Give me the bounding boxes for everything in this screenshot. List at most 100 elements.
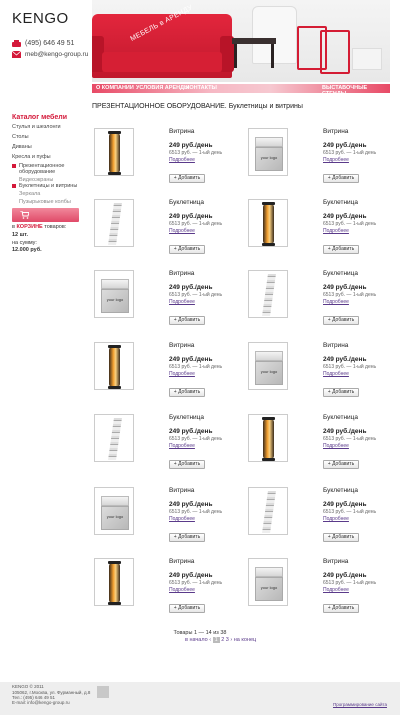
nav-item-stands[interactable]: ВЫСТАВОЧНЫЕ СТЕНДЫ xyxy=(322,85,390,97)
sidebar-item-chairs[interactable]: Стулья и шезлонги xyxy=(12,124,61,130)
product-details-link[interactable]: Подробнее xyxy=(169,299,195,305)
cart-link[interactable]: КОРЗИНЕ xyxy=(16,224,42,230)
sidebar-item-presentation[interactable]: Презентационное оборудование xyxy=(12,163,77,175)
product-image[interactable] xyxy=(94,199,134,247)
product-details-link[interactable]: Подробнее xyxy=(323,228,349,234)
product-image[interactable]: your logo xyxy=(248,342,288,390)
product-details-link[interactable]: Подробнее xyxy=(323,587,349,593)
add-to-cart-button[interactable]: + Добавить xyxy=(169,316,205,325)
cart-bar[interactable] xyxy=(12,208,79,222)
product-title[interactable]: Буклетница xyxy=(323,270,358,277)
product-image[interactable] xyxy=(248,199,288,247)
product-image[interactable]: your logo xyxy=(248,128,288,176)
sidebar-item-sofas[interactable]: Диваны xyxy=(12,144,32,150)
email-link[interactable]: meb@kengo-group.ru xyxy=(25,51,88,58)
product-details-link[interactable]: Подробнее xyxy=(169,157,195,163)
developer-logo-icon[interactable] xyxy=(97,686,109,698)
product-first-day-price: 6513 руб. — 1-ый день xyxy=(323,580,377,586)
envelope-icon xyxy=(12,51,21,58)
email-contact[interactable]: meb@kengo-group.ru xyxy=(12,51,88,58)
booklet-stand-icon xyxy=(108,203,122,245)
product-image[interactable] xyxy=(94,342,134,390)
booklet-stand-icon xyxy=(108,418,122,460)
pager-prev[interactable]: ‹ xyxy=(209,637,211,643)
add-to-cart-button[interactable]: + Добавить xyxy=(323,460,359,469)
product-title[interactable]: Буклетница xyxy=(169,414,204,421)
pager-last[interactable]: на конец xyxy=(234,637,256,643)
product-first-day-price: 6513 руб. — 1-ый день xyxy=(323,509,377,515)
add-to-cart-button[interactable]: + Добавить xyxy=(169,604,205,613)
pager-page-current[interactable]: 1 xyxy=(212,637,220,643)
pager-next[interactable]: › xyxy=(230,637,232,643)
product-details-link[interactable]: Подробнее xyxy=(169,371,195,377)
product-details-link[interactable]: Подробнее xyxy=(323,157,349,163)
product-title[interactable]: Витрина xyxy=(323,558,348,565)
add-to-cart-button[interactable]: + Добавить xyxy=(169,533,205,542)
showcase-counter-icon: your logo xyxy=(101,279,129,313)
add-to-cart-button[interactable]: + Добавить xyxy=(323,604,359,613)
add-to-cart-button[interactable]: + Добавить xyxy=(323,316,359,325)
add-to-cart-button[interactable]: + Добавить xyxy=(169,245,205,254)
add-to-cart-button[interactable]: + Добавить xyxy=(323,533,359,542)
product-details-link[interactable]: Подробнее xyxy=(323,299,349,305)
product-price: 249 руб./день xyxy=(323,356,367,363)
pager-first[interactable]: в начало xyxy=(185,637,208,643)
product-title[interactable]: Витрина xyxy=(323,128,348,135)
product-image[interactable]: your logo xyxy=(94,487,134,535)
product-title[interactable]: Буклетница xyxy=(323,414,358,421)
pager-page-2[interactable]: 2 xyxy=(221,637,224,643)
product-details-link[interactable]: Подробнее xyxy=(169,443,195,449)
product-details-link[interactable]: Подробнее xyxy=(169,516,195,522)
lamp-showcase-icon xyxy=(108,345,121,389)
product-title[interactable]: Витрина xyxy=(169,558,194,565)
add-to-cart-button[interactable]: + Добавить xyxy=(323,388,359,397)
product-details-link[interactable]: Подробнее xyxy=(323,371,349,377)
pager-page-3[interactable]: 3 xyxy=(226,637,229,643)
lamp-showcase-icon xyxy=(108,561,121,605)
page: KENGO (495) 646 49 51 meb@kengo-group.ru… xyxy=(0,0,400,715)
product-title[interactable]: Буклетница xyxy=(323,487,358,494)
product-image[interactable] xyxy=(248,414,288,462)
product-price: 249 руб./день xyxy=(169,284,213,291)
product-image[interactable] xyxy=(248,487,288,535)
product-details-link[interactable]: Подробнее xyxy=(169,587,195,593)
footer-email[interactable]: E-mail: info@kengo-group.ru xyxy=(12,700,70,705)
product-price: 249 руб./день xyxy=(169,356,213,363)
sidebar-item-booklets[interactable]: Буклетницы и витрины xyxy=(12,183,77,189)
product-image[interactable]: your logo xyxy=(94,270,134,318)
product-details-link[interactable]: Подробнее xyxy=(169,228,195,234)
product-image[interactable] xyxy=(248,270,288,318)
product-title[interactable]: Буклетница xyxy=(323,199,358,206)
site-logo[interactable]: KENGO xyxy=(12,10,69,27)
product-title[interactable]: Буклетница xyxy=(169,199,204,206)
sidebar-item-armchairs[interactable]: Кресла и пуфы xyxy=(12,154,51,160)
cart-count: 12 шт. xyxy=(12,232,28,238)
nav-item-about[interactable]: О КОМПАНИИ xyxy=(96,85,134,91)
lamp-showcase-icon xyxy=(262,417,275,461)
product-first-day-price: 6513 руб. — 1-ый день xyxy=(323,150,377,156)
product-title[interactable]: Витрина xyxy=(169,270,194,277)
product-image[interactable] xyxy=(94,558,134,606)
sidebar-sub-mirrors[interactable]: Зеркала xyxy=(19,191,40,197)
add-to-cart-button[interactable]: + Добавить xyxy=(323,245,359,254)
product-image[interactable]: your logo xyxy=(248,558,288,606)
product-details-link[interactable]: Подробнее xyxy=(323,443,349,449)
product-title[interactable]: Витрина xyxy=(169,487,194,494)
product-image[interactable] xyxy=(94,128,134,176)
developer-link[interactable]: Программирование сайта xyxy=(333,702,387,707)
add-to-cart-button[interactable]: + Добавить xyxy=(169,174,205,183)
add-to-cart-button[interactable]: + Добавить xyxy=(169,388,205,397)
product-details-link[interactable]: Подробнее xyxy=(323,516,349,522)
add-to-cart-button[interactable]: + Добавить xyxy=(169,460,205,469)
nav-item-terms[interactable]: УСЛОВИЯ АРЕНДЫ xyxy=(136,85,189,91)
product-title[interactable]: Витрина xyxy=(169,342,194,349)
product-title[interactable]: Витрина xyxy=(169,128,194,135)
product-title[interactable]: Витрина xyxy=(323,342,348,349)
sidebar-sub-bubbles[interactable]: Пузырьковые колбы xyxy=(19,199,71,205)
add-to-cart-button[interactable]: + Добавить xyxy=(323,174,359,183)
nav-item-contacts[interactable]: КОНТАКТЫ xyxy=(186,85,217,91)
booklet-stand-icon xyxy=(262,491,276,533)
footer-copyright: KENGO © 2011 xyxy=(12,684,44,689)
product-image[interactable] xyxy=(94,414,134,462)
sidebar-item-tables[interactable]: Столы xyxy=(12,134,29,140)
